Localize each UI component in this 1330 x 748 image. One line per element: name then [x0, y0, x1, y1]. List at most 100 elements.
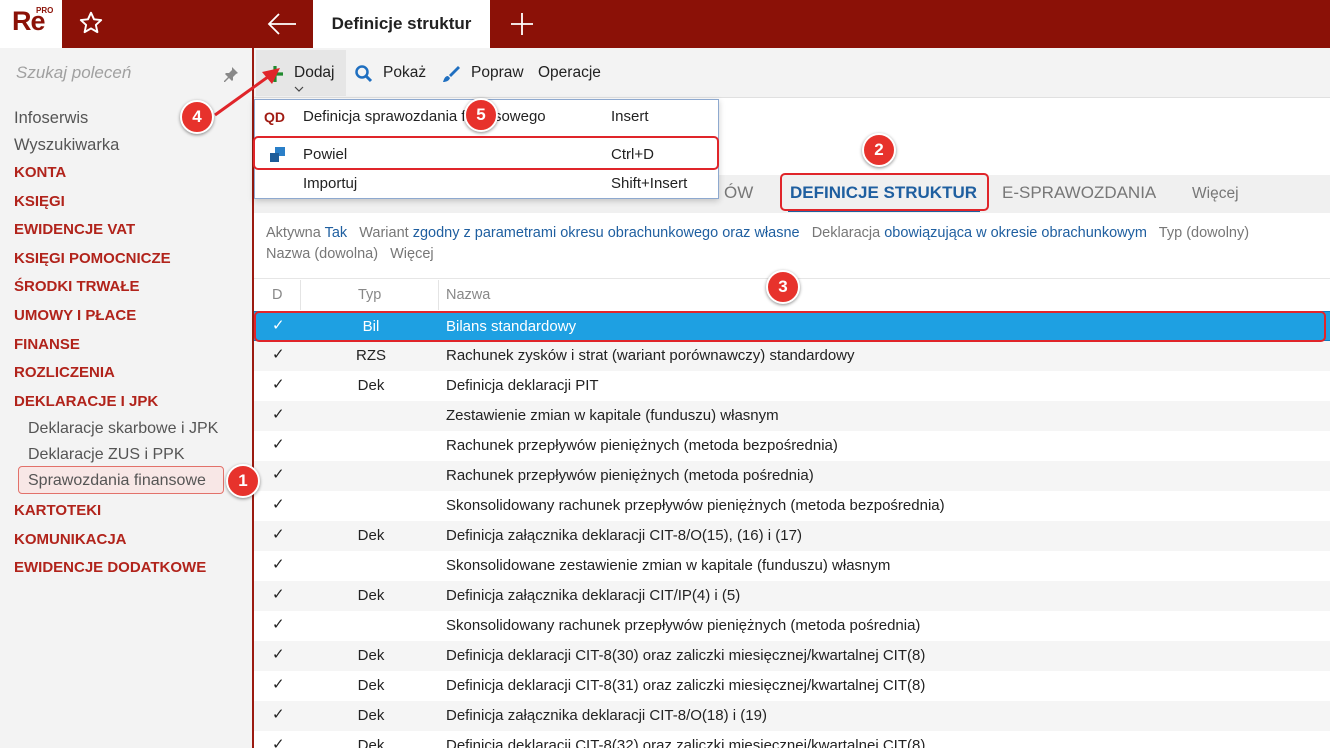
column-separator	[300, 280, 301, 310]
table-row[interactable]: ✓ Dek Definicja deklaracji CIT-8(32) oraz …	[254, 731, 1330, 748]
callout-1: 1	[226, 464, 260, 498]
sidebar-item[interactable]: DEKLARACJE I JPK	[14, 393, 158, 410]
tab-definicje-struktur[interactable]: Definicje struktur	[313, 0, 490, 48]
callout-2: 2	[862, 133, 896, 167]
table-row[interactable]: ✓ Dek Definicja załącznika deklaracji CIT-…	[254, 521, 1330, 551]
sidebar-item[interactable]: KOMUNIKACJA	[14, 531, 127, 548]
cell-nazwa: Zestawienie zmian w kapitale (funduszu) …	[446, 407, 779, 424]
active-check-icon: ✓	[272, 406, 285, 423]
cell-typ: Dek	[357, 587, 385, 604]
tab-partial[interactable]: ÓW	[724, 183, 753, 203]
sidebar-item[interactable]: FINANSE	[14, 336, 80, 353]
operations-button[interactable]: Operacje	[538, 64, 601, 82]
highlight-tab	[780, 173, 989, 211]
cell-nazwa: Definicja deklaracji CIT-8(30) oraz zali…	[446, 647, 926, 664]
cell-nazwa: Definicja deklaracji PIT	[446, 377, 599, 394]
title-bar	[0, 0, 1330, 48]
table-row[interactable]: ✓ Skonsolidowane zestawienie zmian w kapi…	[254, 551, 1330, 581]
active-check-icon: ✓	[272, 706, 285, 723]
sidebar-item[interactable]: Wyszukiwarka	[14, 136, 119, 155]
app-window: Re PRO Definicje struktur Szukaj poleceń…	[0, 0, 1330, 748]
brush-icon[interactable]	[441, 64, 461, 84]
menu-item-shortcut: Shift+Insert	[611, 175, 688, 192]
filter-deklaracja-value[interactable]: obowiązująca w okresie obrachunkowym	[884, 225, 1147, 241]
callout-5: 5	[464, 98, 498, 132]
menu-item-importuj[interactable]: Importuj Shift+Insert	[255, 169, 718, 199]
back-arrow-icon[interactable]	[266, 12, 298, 36]
filter-more[interactable]: Więcej	[390, 246, 434, 262]
search-icon[interactable]	[354, 64, 374, 84]
callout-arrow	[214, 68, 280, 117]
highlight-powiel	[253, 136, 719, 170]
table-row[interactable]: ✓ Zestawienie zmian w kapitale (funduszu)…	[254, 401, 1330, 431]
logo-badge: PRO	[36, 6, 54, 15]
cell-nazwa: Definicja załącznika deklaracji CIT-8/O(…	[446, 707, 767, 724]
filter-line-1: Aktywna Tak Wariant zgodny z parametrami…	[266, 225, 1249, 241]
table-row[interactable]: ✓ Rachunek przepływów pieniężnych (metoda…	[254, 461, 1330, 491]
active-check-icon: ✓	[272, 376, 285, 393]
star-icon[interactable]	[78, 10, 104, 36]
cell-typ: RZS	[356, 347, 386, 364]
cell-typ: Dek	[357, 647, 385, 664]
table-row[interactable]: ✓ Rachunek przepływów pieniężnych (metoda…	[254, 431, 1330, 461]
active-check-icon: ✓	[272, 436, 285, 453]
sidebar-item[interactable]: EWIDENCJE VAT	[14, 221, 135, 238]
sidebar-item[interactable]: Deklaracje skarbowe i JPK	[28, 420, 218, 438]
filter-aktywna-label: Aktywna	[266, 225, 321, 241]
sidebar-item[interactable]: Sprawozdania finansowe	[28, 472, 206, 490]
active-check-icon: ✓	[272, 466, 285, 483]
filter-nazwa[interactable]: Nazwa (dowolna)	[266, 246, 378, 262]
column-header-d[interactable]: D	[272, 287, 282, 303]
column-header-nazwa[interactable]: Nazwa	[446, 287, 490, 303]
show-button[interactable]: Pokaż	[383, 64, 426, 82]
table-row[interactable]: ✓ RZS Rachunek zysków i strat (wariant por…	[254, 341, 1330, 371]
sidebar-item[interactable]: EWIDENCJE DODATKOWE	[14, 559, 206, 576]
sidebar-item[interactable]: Infoserwis	[14, 109, 88, 128]
sidebar-item[interactable]: ROZLICZENIA	[14, 364, 115, 381]
active-check-icon: ✓	[272, 526, 285, 543]
table-row[interactable]: ✓ Skonsolidowany rachunek przepływów pien…	[254, 611, 1330, 641]
menu-item-shortcut: Insert	[611, 108, 649, 125]
cell-nazwa: Rachunek zysków i strat (wariant porówna…	[446, 347, 855, 364]
cell-nazwa: Skonsolidowany rachunek przepływów pieni…	[446, 617, 921, 634]
table-row[interactable]: ✓ Dek Definicja deklaracji CIT-8(31) oraz …	[254, 671, 1330, 701]
filter-typ[interactable]: Typ (dowolny)	[1159, 225, 1249, 241]
filter-wariant-label: Wariant	[359, 225, 409, 241]
active-check-icon: ✓	[272, 646, 285, 663]
cell-typ: Dek	[357, 737, 385, 748]
table-row[interactable]: ✓ Skonsolidowany rachunek przepływów pien…	[254, 491, 1330, 521]
table-row[interactable]: ✓ Dek Definicja załącznika deklaracji CIT/…	[254, 581, 1330, 611]
search-commands-input[interactable]: Szukaj poleceń	[16, 63, 131, 83]
chevron-down-icon[interactable]	[294, 86, 304, 92]
sidebar-item[interactable]: ŚRODKI TRWAŁE	[14, 278, 140, 295]
sidebar-item[interactable]: UMOWY I PŁACE	[14, 307, 136, 324]
cell-typ: Dek	[357, 377, 385, 394]
active-check-icon: ✓	[272, 556, 285, 573]
cell-typ: Dek	[357, 527, 385, 544]
sidebar-item[interactable]: KONTA	[14, 164, 66, 181]
filter-wariant-value[interactable]: zgodny z parametrami okresu obrachunkowe…	[413, 225, 800, 241]
add-button[interactable]: Dodaj	[294, 64, 335, 82]
table-row[interactable]: ✓ Dek Definicja deklaracji PIT	[254, 371, 1330, 401]
sidebar-item[interactable]: KSIĘGI POMOCNICZE	[14, 250, 171, 267]
tab-e-sprawozdania[interactable]: E-SPRAWOZDANIA	[1002, 183, 1156, 203]
cell-nazwa: Rachunek przepływów pieniężnych (metoda …	[446, 437, 838, 454]
active-check-icon: ✓	[272, 616, 285, 633]
callout-3: 3	[766, 270, 800, 304]
cell-typ: Dek	[357, 677, 385, 694]
sidebar-item[interactable]: KARTOTEKI	[14, 502, 101, 519]
filter-aktywna-value[interactable]: Tak	[325, 225, 348, 241]
sidebar-item[interactable]: KSIĘGI	[14, 193, 65, 210]
active-check-icon: ✓	[272, 676, 285, 693]
edit-button[interactable]: Popraw	[471, 64, 524, 82]
table-row[interactable]: ✓ Dek Definicja deklaracji CIT-8(30) oraz …	[254, 641, 1330, 671]
column-header-typ[interactable]: Typ	[358, 287, 381, 303]
cell-nazwa: Definicja załącznika deklaracji CIT/IP(4…	[446, 587, 741, 604]
new-tab-plus-icon[interactable]	[508, 10, 536, 38]
table-row[interactable]: ✓ Dek Definicja załącznika deklaracji CIT-…	[254, 701, 1330, 731]
cell-nazwa: Skonsolidowany rachunek przepływów pieni…	[446, 497, 945, 514]
sidebar-item[interactable]: Deklaracje ZUS i PPK	[28, 446, 185, 464]
cell-nazwa: Definicja deklaracji CIT-8(32) oraz zali…	[446, 737, 926, 748]
tab-more[interactable]: Więcej	[1192, 185, 1239, 203]
app-logo[interactable]: Re PRO	[0, 0, 62, 48]
